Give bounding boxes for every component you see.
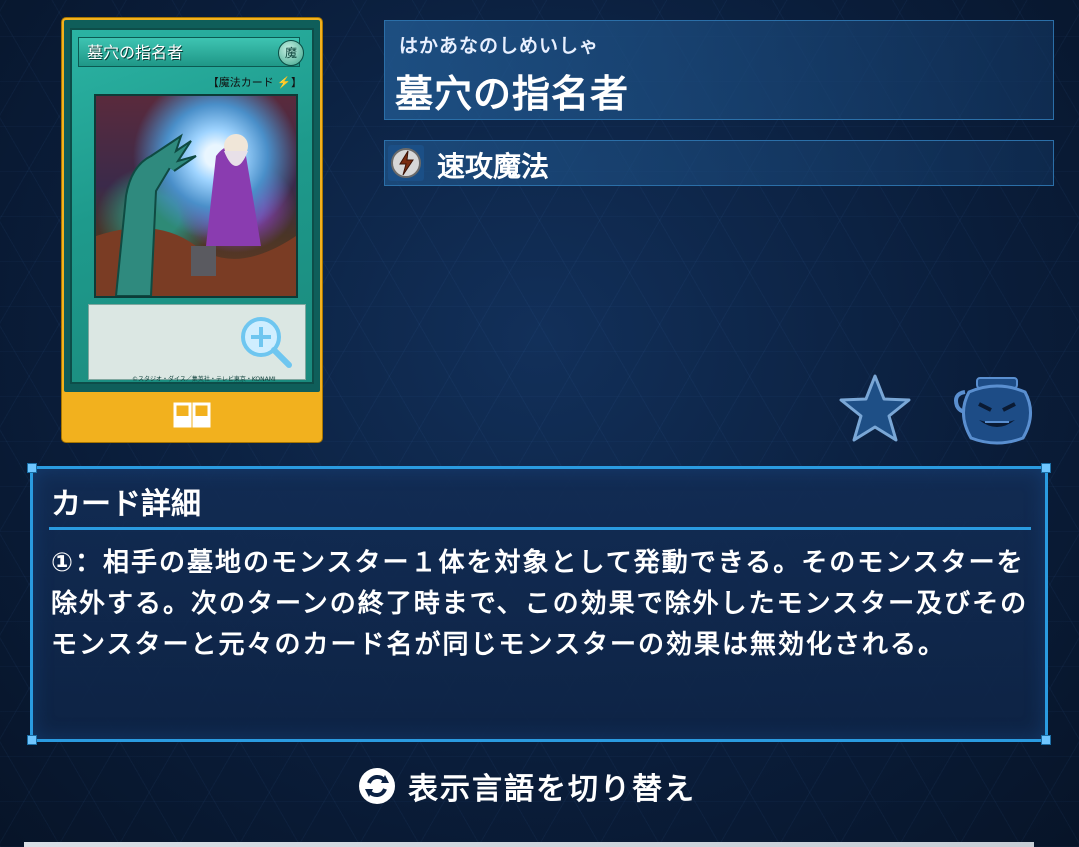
panel-corner — [27, 735, 37, 745]
card-name: 墓穴の指名者 — [78, 37, 300, 67]
card-type-line: 【魔法カード ⚡】 — [207, 76, 302, 89]
card-attribute-icon: 魔 — [278, 40, 304, 66]
favorite-star-icon[interactable] — [837, 372, 913, 444]
card-name-title: 墓穴の指名者 — [395, 72, 630, 116]
zoom-icon[interactable] — [237, 313, 297, 373]
card-text-box — [88, 304, 306, 380]
card-details-heading: カード詳細 — [51, 487, 201, 522]
card-image[interactable]: 墓穴の指名者 魔 【魔法カード ⚡】 ©スタジオ・ダイス／集英社・テレビ東京・K… — [64, 20, 320, 392]
bottom-tab-strip — [24, 842, 1034, 847]
quick-play-spell-icon — [388, 145, 424, 181]
card-name-panel: はかあなのしめいしゃ 墓穴の指名者 — [384, 20, 1054, 120]
switch-language-button[interactable]: 表示言語を切り替え — [358, 764, 696, 808]
card-artwork — [94, 94, 298, 298]
card-copyright: ©スタジオ・ダイス／集英社・テレビ東京・KONAMI — [132, 376, 276, 383]
card-type-label: 速攻魔法 — [437, 150, 550, 183]
panel-corner — [1041, 735, 1051, 745]
refresh-icon — [359, 768, 395, 804]
card-effect-text: ①：相手の墓地のモンスター１体を対象として発動できる。そのモンスターを除外する。… — [51, 548, 1029, 660]
pot-of-greed-icon[interactable] — [951, 374, 1039, 446]
card-image-frame[interactable]: 墓穴の指名者 魔 【魔法カード ⚡】 ©スタジオ・ダイス／集英社・テレビ東京・K… — [62, 18, 322, 442]
card-name-ruby: はかあなのしめいしゃ — [399, 35, 600, 57]
switch-language-label: 表示言語を切り替え — [408, 772, 696, 807]
card-artwork-illustration — [96, 133, 296, 296]
panel-corner — [27, 463, 37, 473]
heading-divider — [49, 527, 1031, 530]
card-count-icon — [173, 402, 211, 428]
panel-corner — [1041, 463, 1051, 473]
card-body: 墓穴の指名者 魔 【魔法カード ⚡】 ©スタジオ・ダイス／集英社・テレビ東京・K… — [70, 28, 314, 384]
card-type-panel: 速攻魔法 — [384, 140, 1054, 186]
card-details-panel[interactable]: カード詳細 ①：相手の墓地のモンスター１体を対象として発動できる。そのモンスター… — [27, 463, 1051, 745]
